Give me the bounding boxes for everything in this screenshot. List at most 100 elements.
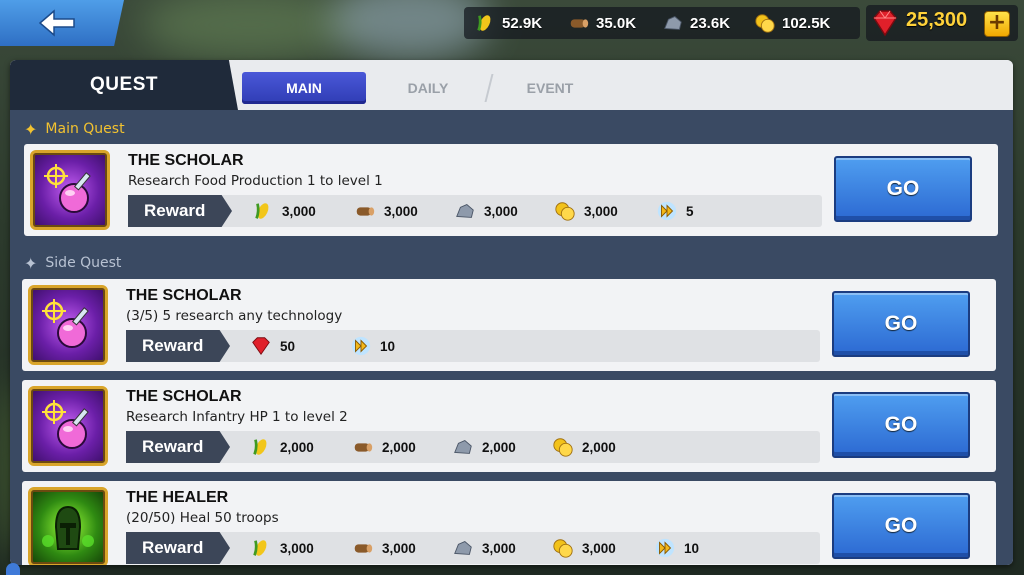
reward-speedup: 10 [654, 537, 699, 559]
go-button[interactable]: GO [834, 156, 972, 222]
quest-title: THE SCHOLAR [126, 287, 242, 304]
wood-icon [570, 19, 589, 28]
food-value: 52.9K [502, 14, 543, 32]
reward-speedup: 10 [350, 335, 395, 357]
reward-wood: 3,000 [354, 200, 418, 222]
panel-header: QUEST MAIN DAILY EVENT [10, 60, 1013, 110]
reward-value: 5 [686, 203, 694, 219]
reward-label: Reward [126, 532, 230, 564]
food-icon [253, 439, 267, 455]
reward-wood: 2,000 [352, 436, 416, 458]
reward-value: 3,000 [584, 203, 618, 219]
gold-icon [553, 438, 573, 457]
arrow-left-icon [38, 9, 75, 37]
wood-resource[interactable]: 35.0K [568, 8, 636, 38]
tab-event[interactable]: EVENT [488, 72, 612, 104]
side-quest-label: Side Quest [45, 255, 122, 271]
chat-bubble-icon[interactable] [6, 563, 20, 575]
scholar-icon [28, 386, 108, 466]
reward-value: 3,000 [280, 540, 314, 556]
reward-stone: 3,000 [452, 537, 516, 559]
food-resource[interactable]: 52.9K [474, 8, 542, 38]
wood-icon [354, 443, 373, 452]
reward-value: 2,000 [382, 439, 416, 455]
reward-stone: 3,000 [454, 200, 518, 222]
gem-value: 25,300 [906, 9, 968, 31]
reward-food: 3,000 [252, 200, 316, 222]
reward-value: 3,000 [482, 540, 516, 556]
reward-speedup: 5 [656, 200, 694, 222]
add-gems-button[interactable]: + [984, 11, 1010, 37]
scholar-icon [30, 150, 110, 230]
gold-resource[interactable]: 102.5K [754, 8, 830, 38]
gold-icon [555, 202, 575, 221]
tab-main[interactable]: MAIN [242, 72, 366, 104]
stone-icon [456, 204, 474, 218]
side-quest-heading: ✦ Side Quest [24, 253, 121, 273]
stone-value: 23.6K [690, 14, 731, 32]
reward-row: Reward 2,000 2,000 2,000 2,000 [126, 431, 820, 463]
reward-value: 3,000 [484, 203, 518, 219]
reward-value: 3,000 [384, 203, 418, 219]
go-button[interactable]: GO [832, 493, 970, 559]
go-button[interactable]: GO [832, 392, 970, 458]
quest-card: THE SCHOLAR Research Food Production 1 t… [24, 144, 998, 236]
speedup-icon [351, 336, 371, 356]
healer-icon [28, 487, 108, 565]
quest-title: THE HEALER [126, 489, 229, 506]
gold-value: 102.5K [782, 14, 831, 32]
quest-title: THE SCHOLAR [128, 152, 244, 169]
go-button[interactable]: GO [832, 291, 970, 357]
stone-icon [454, 440, 472, 454]
wood-icon [354, 544, 373, 553]
quest-list[interactable]: ✦ Main Quest THE SCHOLAR Research Food P… [10, 110, 1013, 565]
quest-description: Research Food Production 1 to level 1 [128, 173, 383, 189]
reward-label: Reward [128, 195, 232, 227]
reward-value: 10 [684, 540, 700, 556]
food-icon [477, 15, 491, 31]
main-quest-label: Main Quest [45, 121, 125, 137]
wood-icon [356, 207, 375, 216]
sparkle-icon: ✦ [24, 119, 38, 139]
quest-description: (3/5) 5 research any technology [126, 308, 343, 324]
reward-row: Reward 50 10 [126, 330, 820, 362]
panel-title: QUEST [10, 60, 238, 110]
food-icon [253, 540, 267, 556]
gold-icon [553, 539, 573, 558]
reward-value: 3,000 [582, 540, 616, 556]
reward-value: 2,000 [582, 439, 616, 455]
reward-gold: 3,000 [552, 537, 616, 559]
food-icon [255, 203, 269, 219]
quest-panel: QUEST MAIN DAILY EVENT ✦ Main Quest THE … [10, 60, 1013, 565]
stone-icon [664, 16, 682, 30]
reward-value: 2,000 [482, 439, 516, 455]
main-quest-heading: ✦ Main Quest [24, 119, 125, 139]
gem-icon [252, 337, 270, 356]
quest-card: THE SCHOLAR (3/5) 5 research any technol… [22, 279, 996, 371]
stone-icon [454, 541, 472, 555]
stone-resource[interactable]: 23.6K [662, 8, 730, 38]
speedup-icon [657, 201, 677, 221]
quest-card: THE SCHOLAR Research Infantry HP 1 to le… [22, 380, 996, 472]
gold-icon [755, 14, 775, 33]
reward-value: 10 [380, 338, 396, 354]
reward-row: Reward 3,000 3,000 3,000 3,000 [128, 195, 822, 227]
reward-wood: 3,000 [352, 537, 416, 559]
quest-card: THE HEALER (20/50) Heal 50 troops Reward… [22, 481, 996, 565]
reward-value: 2,000 [280, 439, 314, 455]
wood-value: 35.0K [596, 14, 637, 32]
back-button[interactable] [0, 0, 124, 46]
gem-icon [873, 10, 897, 37]
reward-value: 3,000 [282, 203, 316, 219]
reward-value: 50 [280, 338, 296, 354]
speedup-icon [655, 538, 675, 558]
reward-row: Reward 3,000 3,000 3,000 3,000 [126, 532, 820, 564]
reward-stone: 2,000 [452, 436, 516, 458]
reward-gold: 2,000 [552, 436, 616, 458]
reward-gem: 50 [250, 335, 295, 357]
reward-value: 3,000 [382, 540, 416, 556]
reward-food: 2,000 [250, 436, 314, 458]
reward-label: Reward [126, 431, 230, 463]
reward-label: Reward [126, 330, 230, 362]
tab-daily[interactable]: DAILY [366, 72, 490, 104]
